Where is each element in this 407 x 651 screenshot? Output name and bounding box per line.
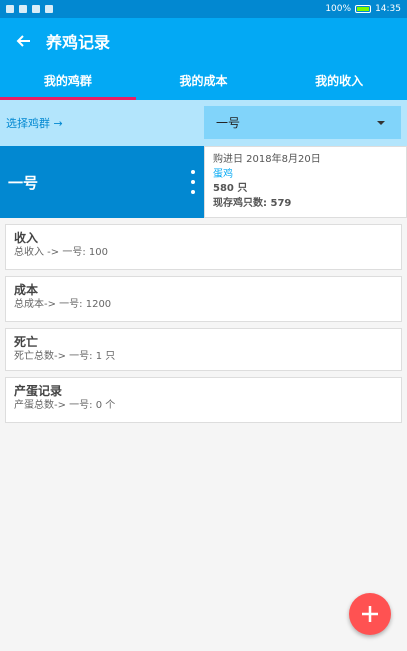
card-title: 收入 [14, 231, 39, 245]
app-toolbar: 养鸡记录 [0, 18, 407, 64]
breed: 蛋鸡 [213, 168, 233, 180]
egg-record-card[interactable]: 产蛋记录 产蛋总数-> 一号: 0 个 [5, 377, 402, 423]
tab-my-cost[interactable]: 我的成本 [136, 64, 272, 100]
flock-selector-row: 选择鸡群 → 一号 [0, 100, 407, 146]
clock: 14:35 [375, 4, 401, 14]
flock-dropdown-value: 一号 [216, 116, 241, 130]
tab-my-flock[interactable]: 我的鸡群 [0, 64, 136, 100]
battery-percent: 100% [325, 4, 352, 14]
page-title: 养鸡记录 [46, 33, 111, 52]
card-title: 死亡 [14, 335, 39, 349]
purchased-count: 580 只 [213, 183, 248, 194]
flock-dropdown[interactable]: 一号 [204, 106, 401, 139]
card-detail: 死亡总数-> 一号: 1 只 [14, 351, 116, 362]
death-card[interactable]: 死亡 死亡总数-> 一号: 1 只 [5, 328, 402, 371]
usb-debug-icon [32, 5, 40, 13]
plus-icon [362, 606, 378, 622]
app-notification-icon [6, 5, 14, 13]
select-flock-label: 选择鸡群 → [6, 117, 63, 130]
tab-my-income[interactable]: 我的收入 [271, 64, 407, 100]
card-title: 成本 [14, 283, 39, 297]
usb-icon [19, 5, 27, 13]
status-icons [6, 5, 53, 13]
dropdown-caret-icon [377, 120, 385, 125]
card-detail: 产蛋总数-> 一号: 0 个 [14, 400, 116, 411]
flock-header[interactable]: 一号 [0, 146, 204, 218]
card-detail: 总收入 -> 一号: 100 [14, 247, 108, 258]
flock-name: 一号 [8, 173, 39, 192]
cost-card[interactable]: 成本 总成本-> 一号: 1200 [5, 276, 402, 322]
tab-bar: 我的鸡群 我的成本 我的收入 [0, 64, 407, 100]
clipboard-icon [45, 5, 53, 13]
more-vert-icon[interactable] [190, 170, 196, 194]
add-fab-button[interactable] [349, 593, 391, 635]
income-card[interactable]: 收入 总收入 -> 一号: 100 [5, 224, 402, 270]
card-detail: 总成本-> 一号: 1200 [14, 299, 112, 310]
flock-summary: 一号 购进日 2018年8月20日 蛋鸡 580 只 现存鸡只数: 579 [0, 146, 407, 218]
battery-icon [355, 5, 372, 13]
back-arrow-icon[interactable] [0, 18, 46, 64]
flock-details: 购进日 2018年8月20日 蛋鸡 580 只 现存鸡只数: 579 [204, 146, 407, 218]
status-bar: 100% 14:35 [0, 0, 407, 18]
current-count: 现存鸡只数: 579 [213, 197, 292, 209]
purchase-date: 购进日 2018年8月20日 [213, 154, 321, 165]
card-title: 产蛋记录 [14, 384, 63, 398]
